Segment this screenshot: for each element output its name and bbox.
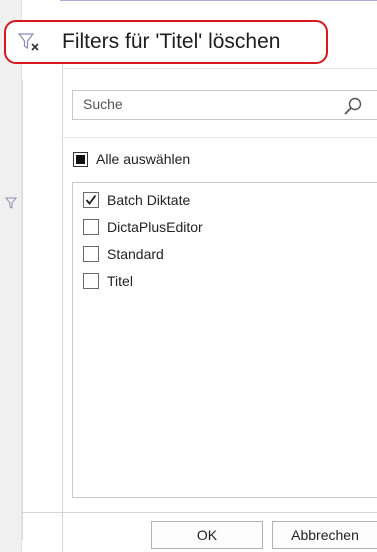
top-accent-line <box>60 0 377 1</box>
search-placeholder: Suche <box>83 96 123 112</box>
select-all-box[interactable] <box>73 151 88 167</box>
clear-filter-menu-item[interactable]: Filters für 'Titel' löschen <box>4 20 328 64</box>
list-item-label: Titel <box>107 273 133 289</box>
filter-icon <box>0 195 22 211</box>
list-item[interactable]: Standard <box>83 244 164 264</box>
search-icon[interactable] <box>342 96 364 118</box>
cancel-button[interactable]: Abbrechen <box>272 521 377 549</box>
footer-separator <box>23 512 377 513</box>
list-item-label: Standard <box>107 246 164 262</box>
checkbox[interactable] <box>83 219 99 235</box>
list-item[interactable]: DictaPlusEditor <box>83 217 203 237</box>
checkbox[interactable] <box>83 192 99 208</box>
left-icon-strip <box>0 0 22 552</box>
checkbox[interactable] <box>83 246 99 262</box>
ok-button[interactable]: OK <box>151 521 263 549</box>
checkmark-icon <box>85 194 97 205</box>
search-separator <box>63 137 377 138</box>
select-all-checkbox[interactable]: Alle auswählen <box>73 150 190 168</box>
list-item-label: Batch Diktate <box>107 192 191 208</box>
list-item[interactable]: Titel <box>83 271 133 291</box>
checkbox[interactable] <box>83 273 99 289</box>
list-item[interactable]: Batch Diktate <box>83 190 190 210</box>
clear-filter-icon <box>6 22 54 62</box>
strip-divider <box>22 80 23 540</box>
select-all-label: Alle auswählen <box>96 151 191 167</box>
menu-separator <box>63 68 377 69</box>
clear-filter-label: Filters für 'Titel' löschen <box>62 30 281 53</box>
list-item-label: DictaPlusEditor <box>107 219 203 235</box>
indeterminate-mark <box>76 154 85 164</box>
